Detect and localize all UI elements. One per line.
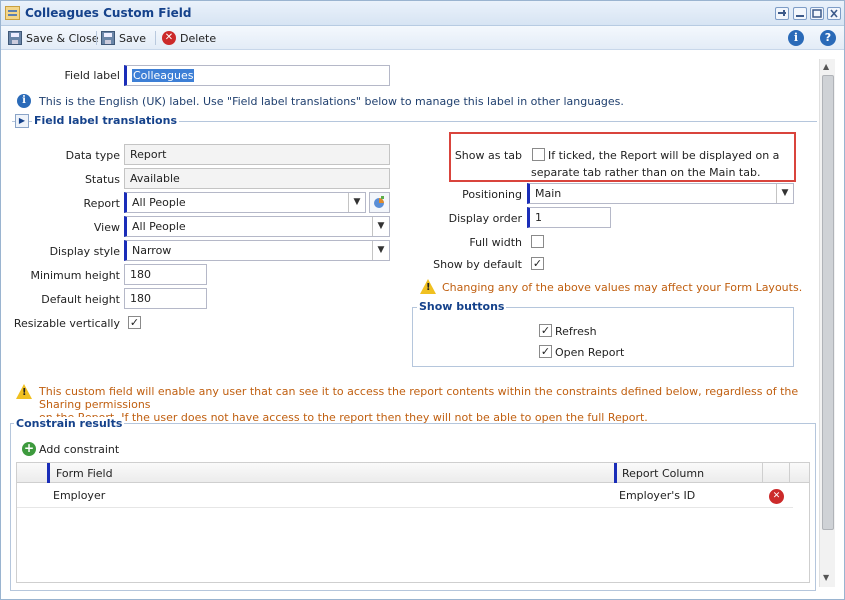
open-report-label: Open Report: [555, 346, 625, 359]
translations-legend[interactable]: Field label translations: [32, 114, 179, 127]
display-style-value: Narrow: [132, 244, 172, 257]
scrollbar-thumb[interactable]: [822, 75, 834, 530]
field-label-label: Field label: [64, 69, 121, 82]
window-title: Colleagues Custom Field: [25, 6, 192, 20]
minimize-icon: [796, 15, 804, 17]
view-select[interactable]: All People ▼: [124, 216, 390, 237]
show-as-tab-hint-2: separate tab rather than on the Main tab…: [531, 166, 761, 179]
vertical-scrollbar[interactable]: ▲ ▼: [819, 59, 835, 587]
add-constraint-button[interactable]: + Add constraint: [22, 442, 119, 456]
table-row[interactable]: Employer Employer's ID ✕: [17, 484, 793, 508]
pin-icon: [778, 10, 786, 16]
expand-translations-button[interactable]: ▶: [15, 114, 29, 128]
resizable-checkbox[interactable]: ✓: [128, 316, 141, 329]
display-style-select[interactable]: Narrow ▼: [124, 240, 390, 261]
minimize-button[interactable]: [793, 7, 807, 20]
chevron-down-icon[interactable]: ▼: [348, 193, 365, 212]
show-as-tab-label: Show as tab: [454, 149, 522, 162]
info-icon[interactable]: i: [788, 30, 804, 46]
warning-icon: [420, 279, 436, 294]
display-order-label: Display order: [448, 212, 522, 225]
data-type-label: Data type: [65, 149, 120, 162]
default-height-input[interactable]: 180: [124, 288, 207, 309]
field-label-input[interactable]: Colleagues: [124, 65, 390, 86]
display-style-label: Display style: [49, 245, 120, 258]
toolbar-separator: [96, 31, 97, 45]
minimum-height-label: Minimum height: [30, 269, 120, 282]
report-picker-button[interactable]: [369, 192, 390, 213]
refresh-checkbox[interactable]: ✓: [539, 324, 552, 337]
scroll-down-icon[interactable]: ▼: [823, 573, 829, 582]
field-label-info: This is the English (UK) label. Use "Fie…: [39, 95, 624, 108]
scroll-up-icon[interactable]: ▲: [823, 62, 829, 71]
field-label-value: Colleagues: [132, 69, 195, 82]
positioning-select[interactable]: Main ▼: [527, 183, 794, 204]
column-divider: [789, 463, 790, 483]
positioning-value: Main: [535, 187, 562, 200]
column-header-report-column[interactable]: Report Column: [622, 467, 704, 480]
help-icon[interactable]: ?: [820, 30, 836, 46]
row-report-column: Employer's ID: [619, 489, 696, 502]
delete-icon: ✕: [162, 31, 176, 45]
resizable-label: Resizable vertically: [13, 317, 120, 330]
pin-button[interactable]: [775, 7, 789, 20]
column-divider: [762, 463, 763, 483]
close-icon: [830, 9, 838, 18]
chevron-down-icon[interactable]: ▼: [776, 184, 793, 203]
title-bar: Colleagues Custom Field: [1, 1, 844, 26]
display-order-input[interactable]: 1: [527, 207, 611, 228]
chevron-down-icon[interactable]: ▼: [372, 217, 389, 236]
save-icon: [101, 31, 115, 45]
show-as-tab-checkbox[interactable]: [532, 148, 545, 161]
custom-field-window: Colleagues Custom Field Save & Close Sav…: [0, 0, 845, 600]
save-close-button[interactable]: Save & Close: [8, 30, 99, 46]
maximize-button[interactable]: [810, 7, 824, 20]
report-value: All People: [132, 196, 186, 209]
report-label: Report: [83, 197, 120, 210]
show-as-tab-hint-1: If ticked, the Report will be displayed …: [548, 149, 780, 162]
minimum-height-input[interactable]: 180: [124, 264, 207, 285]
constrain-legend: Constrain results: [14, 417, 125, 430]
status-field: Available: [124, 168, 390, 189]
refresh-label: Refresh: [555, 325, 597, 338]
add-icon: +: [22, 441, 36, 456]
save-icon: [8, 31, 22, 45]
report-select[interactable]: All People ▼: [124, 192, 366, 213]
open-report-checkbox[interactable]: ✓: [539, 345, 552, 358]
access-warning-line-1: This custom field will enable any user t…: [39, 385, 799, 411]
data-type-field: Report: [124, 144, 390, 165]
maximize-icon: [812, 9, 822, 18]
row-form-field: Employer: [53, 489, 106, 502]
show-buttons-legend: Show buttons: [417, 300, 507, 313]
layout-warning: Changing any of the above values may aff…: [442, 281, 803, 294]
toolbar: Save & Close Save ✕ Delete i ?: [1, 26, 844, 50]
column-header-form-field[interactable]: Form Field: [56, 467, 113, 480]
form-content: Field label Colleagues i This is the Eng…: [4, 53, 817, 593]
access-warning: This custom field will enable any user t…: [39, 385, 814, 424]
save-button[interactable]: Save: [101, 30, 146, 46]
delete-button[interactable]: ✕ Delete: [162, 30, 216, 46]
form-icon: [5, 6, 20, 20]
grid-header: Form Field Report Column: [17, 463, 809, 483]
full-width-checkbox[interactable]: [531, 235, 544, 248]
full-width-label: Full width: [469, 236, 522, 249]
toolbar-separator: [155, 31, 156, 45]
view-label: View: [93, 221, 120, 234]
show-by-default-checkbox[interactable]: ✓: [531, 257, 544, 270]
show-by-default-label: Show by default: [433, 258, 522, 271]
default-height-label: Default height: [41, 293, 120, 306]
remove-row-icon[interactable]: ✕: [769, 489, 784, 504]
positioning-label: Positioning: [462, 188, 522, 201]
report-chart-icon: [374, 196, 384, 208]
column-marker: [614, 463, 617, 483]
constraints-grid: Form Field Report Column Employer Employ…: [16, 462, 810, 583]
view-value: All People: [132, 220, 186, 233]
column-marker: [47, 463, 50, 483]
info-icon: i: [17, 94, 31, 108]
warning-icon: [16, 384, 32, 399]
chevron-down-icon[interactable]: ▼: [372, 241, 389, 260]
close-button[interactable]: [827, 7, 841, 20]
status-label: Status: [84, 173, 120, 186]
